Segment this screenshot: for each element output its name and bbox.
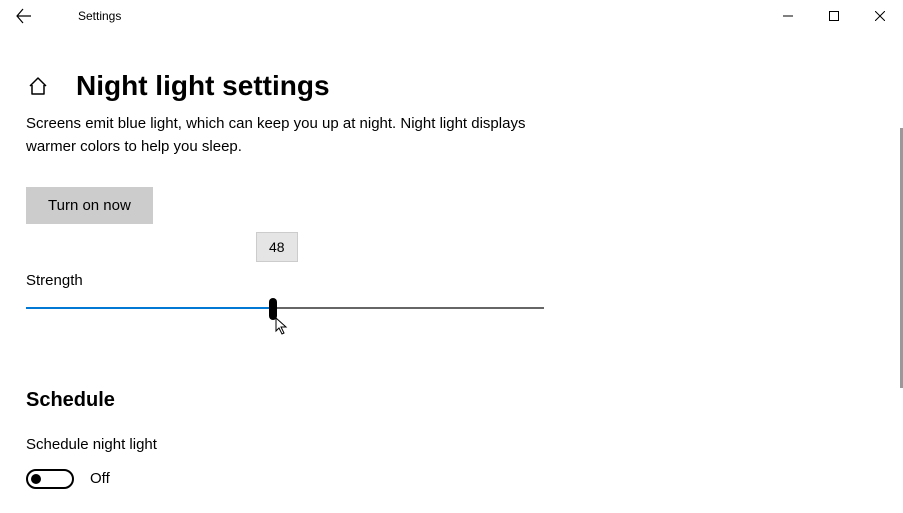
back-arrow-icon xyxy=(16,8,32,24)
schedule-toggle-state: Off xyxy=(90,470,110,487)
page-header: Night light settings xyxy=(26,70,877,102)
window-title: Settings xyxy=(78,9,121,23)
minimize-icon xyxy=(783,11,793,21)
slider-value-tooltip: 48 xyxy=(256,232,298,262)
slider-thumb[interactable] xyxy=(269,298,277,320)
window-controls xyxy=(765,0,903,32)
page-description: Screens emit blue light, which can keep … xyxy=(26,112,566,159)
close-button[interactable] xyxy=(857,0,903,32)
content-area: Night light settings Screens emit blue l… xyxy=(0,32,903,513)
turn-on-button[interactable]: Turn on now xyxy=(26,187,153,224)
strength-section: 48 Strength xyxy=(26,272,544,309)
maximize-button[interactable] xyxy=(811,0,857,32)
page-title: Night light settings xyxy=(76,70,330,102)
toggle-knob xyxy=(31,474,41,484)
strength-slider[interactable] xyxy=(26,307,544,309)
cursor-icon xyxy=(275,317,289,335)
schedule-toggle-row: Off xyxy=(26,469,877,489)
schedule-toggle[interactable] xyxy=(26,469,74,489)
slider-fill xyxy=(26,307,274,309)
strength-label: Strength xyxy=(26,272,544,289)
minimize-button[interactable] xyxy=(765,0,811,32)
schedule-toggle-label: Schedule night light xyxy=(26,436,877,453)
maximize-icon xyxy=(829,11,839,21)
back-button[interactable] xyxy=(0,0,48,32)
schedule-heading: Schedule xyxy=(26,389,877,412)
close-icon xyxy=(875,11,885,21)
home-icon[interactable] xyxy=(26,74,50,98)
titlebar: Settings xyxy=(0,0,903,32)
